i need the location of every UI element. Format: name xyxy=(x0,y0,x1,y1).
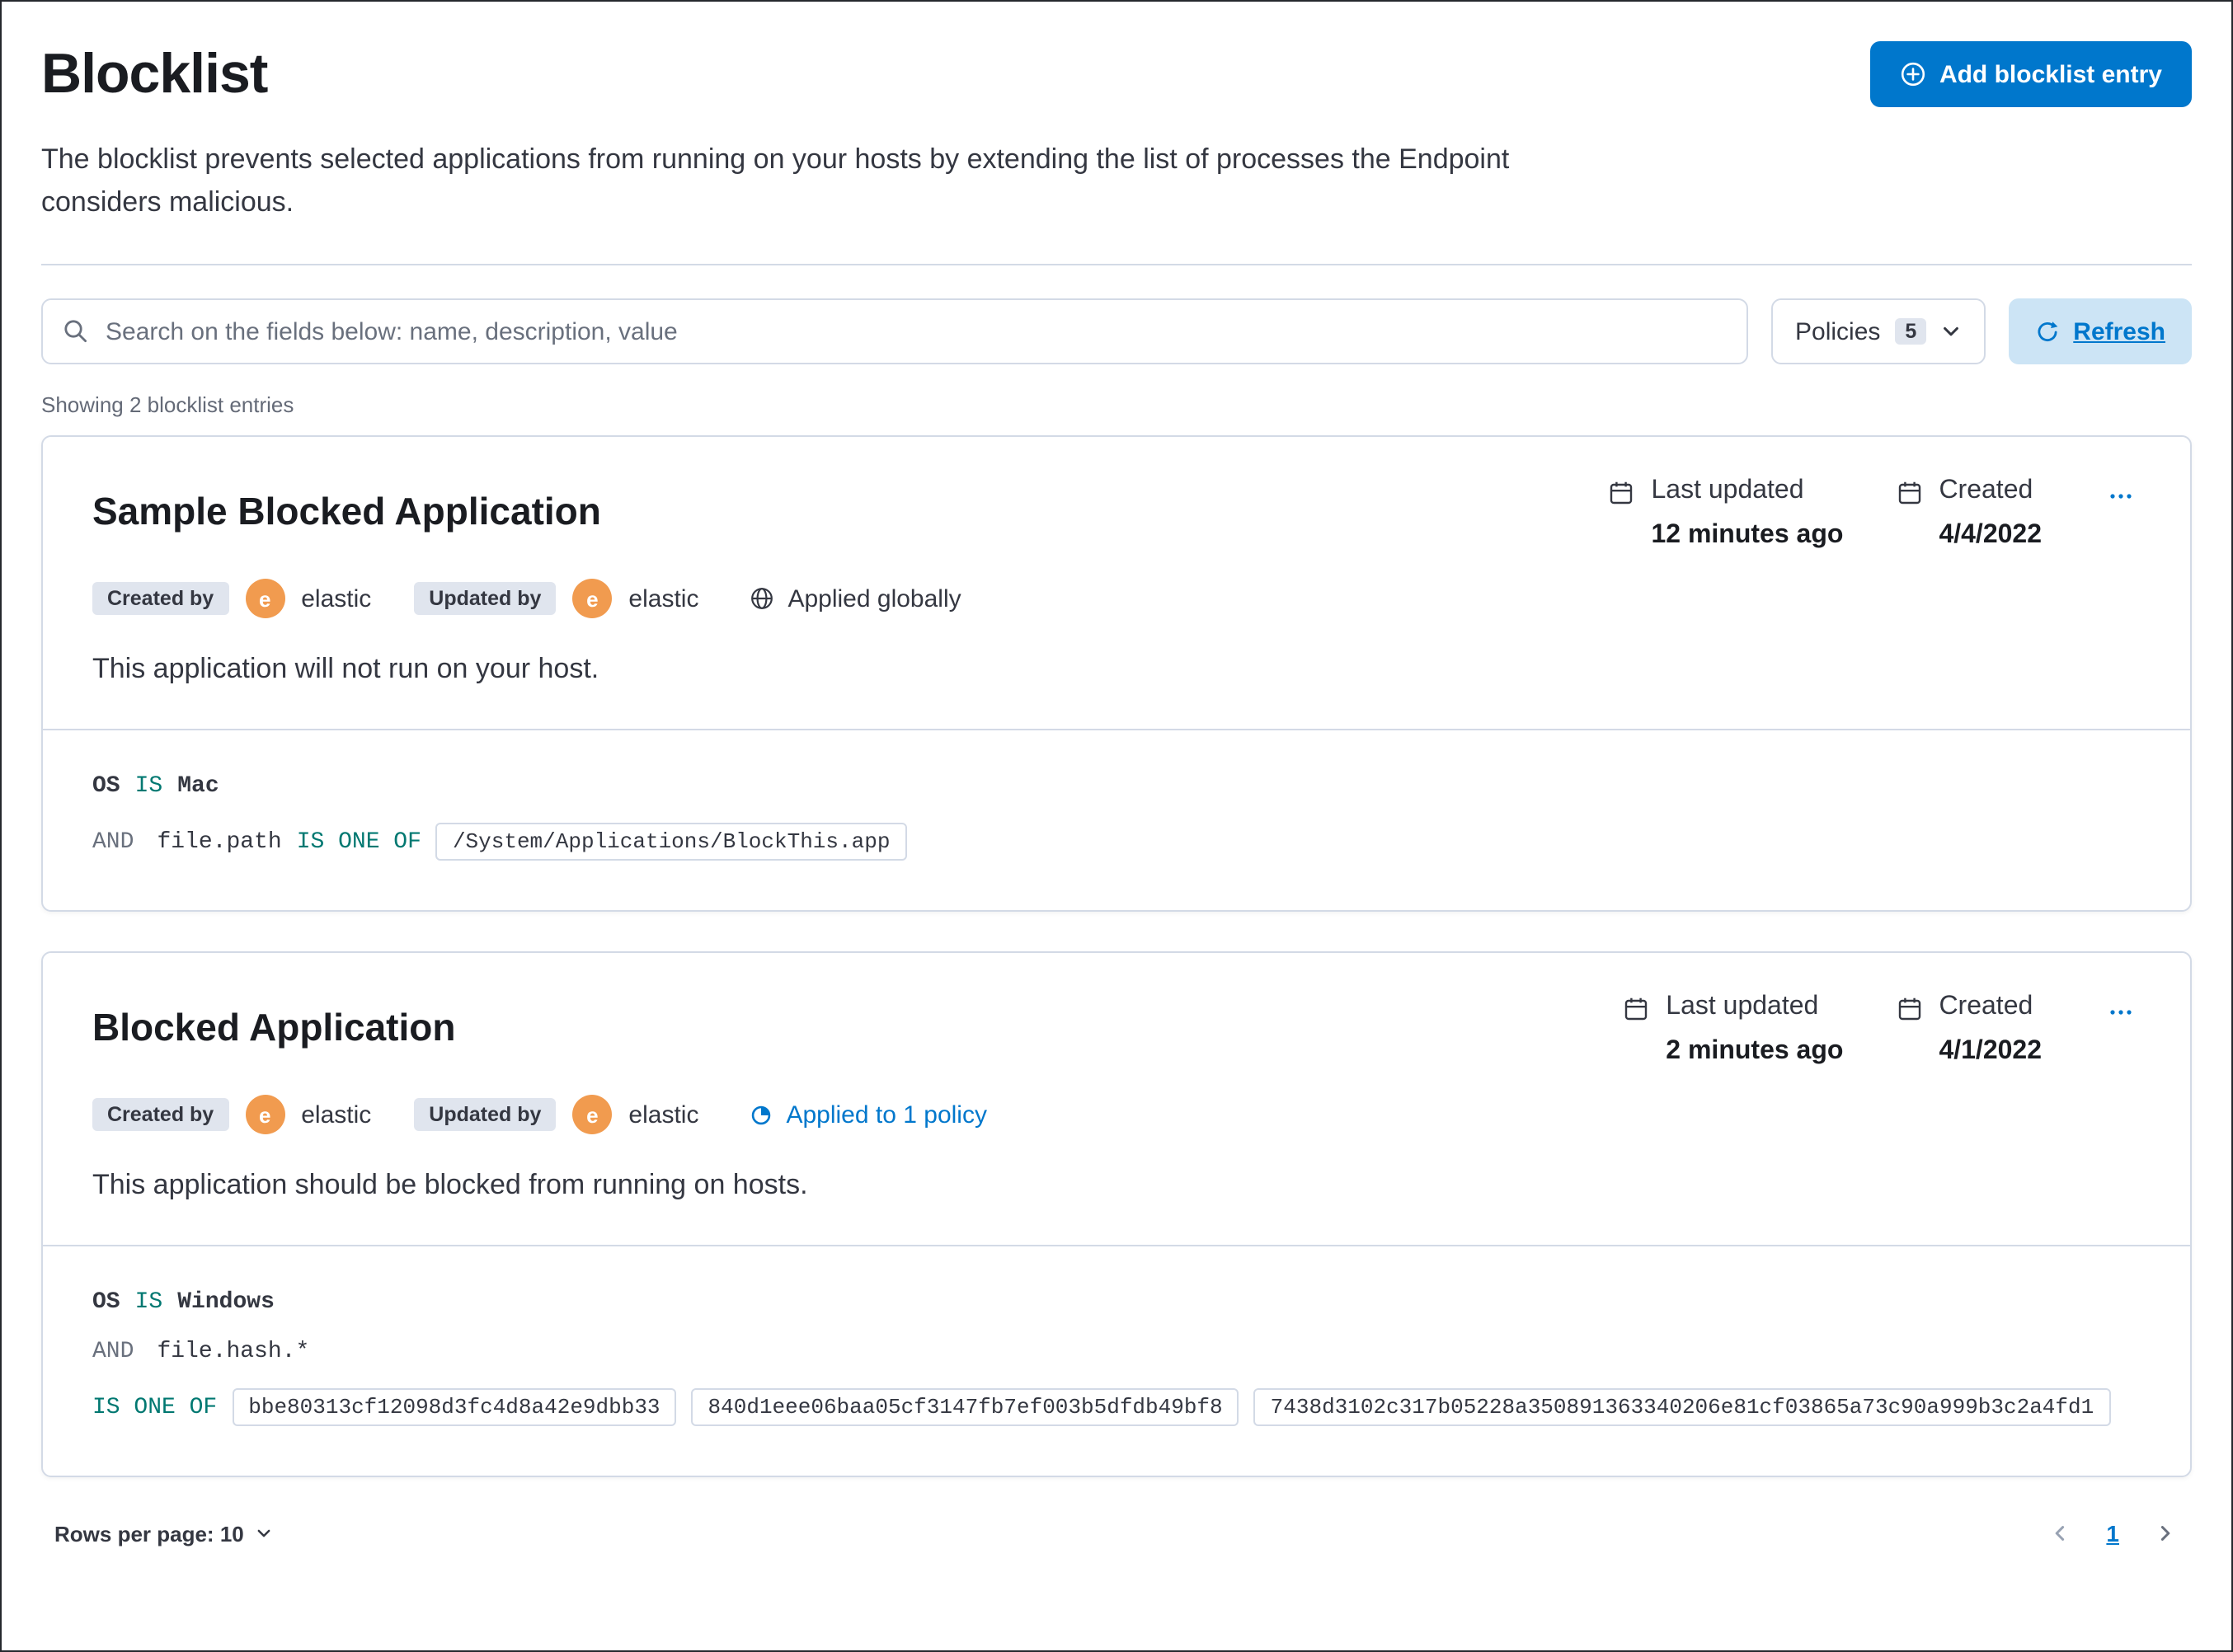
page-title: Blocklist xyxy=(41,43,268,106)
updated-by-badge: Updated by xyxy=(414,1098,557,1132)
calendar-icon xyxy=(1608,481,1634,551)
created-by-user: elastic xyxy=(301,1101,372,1129)
avatar: e xyxy=(572,579,613,619)
entry-1-description: This application will not run on your ho… xyxy=(92,653,599,685)
calendar-icon xyxy=(1896,997,1922,1068)
header-divider xyxy=(41,264,2192,266)
entry-2-last-updated: Last updated 2 minutes ago xyxy=(1623,993,1843,1068)
entry-1-last-updated: Last updated 12 minutes ago xyxy=(1608,477,1843,551)
entry-2-title: Blocked Application xyxy=(92,1006,456,1049)
avatar: e xyxy=(245,579,285,619)
refresh-icon xyxy=(2035,320,2060,345)
refresh-button[interactable]: Refresh xyxy=(2009,298,2192,365)
criteria-value-chip: /System/Applications/BlockThis.app xyxy=(435,823,907,861)
criteria-value: Windows xyxy=(177,1289,275,1316)
globe-icon xyxy=(748,586,774,612)
scope-indicator-policy-link[interactable]: Applied to 1 policy xyxy=(748,1101,987,1129)
add-blocklist-entry-label: Add blocklist entry xyxy=(1939,60,2162,88)
chevron-down-icon xyxy=(256,1526,272,1542)
entry-1-attribution: Created by e elastic Updated by e elasti… xyxy=(92,579,2141,619)
entry-2-description: This application should be blocked from … xyxy=(92,1169,808,1201)
criteria-field: file.path xyxy=(157,828,282,856)
blocklist-entry-card-1: Sample Blocked Application Last updated … xyxy=(41,435,2192,913)
policies-count-badge: 5 xyxy=(1895,318,1927,345)
criteria-operator: IS xyxy=(134,773,163,800)
avatar: e xyxy=(245,1095,285,1135)
search-box xyxy=(41,298,1747,365)
entry-1-meta: Last updated 12 minutes ago Created 4/4/… xyxy=(1608,477,2141,551)
created-by-user: elastic xyxy=(301,584,372,613)
results-count: Showing 2 blocklist entries xyxy=(41,392,294,418)
search-input[interactable] xyxy=(106,317,1726,346)
entry-1-created: Created 4/4/2022 xyxy=(1896,477,2042,551)
criteria-value-chip: 840d1eee06baa05cf3147fb7ef003b5dfdb49bf8 xyxy=(691,1388,1239,1427)
created-by-badge: Created by xyxy=(92,1098,229,1132)
ellipsis-icon xyxy=(2108,484,2134,510)
table-footer: Rows per page: 10 1 xyxy=(41,1521,2192,1547)
criteria-operator: IS ONE OF xyxy=(296,828,421,856)
criteria-value: Mac xyxy=(177,773,219,800)
page-1-button[interactable]: 1 xyxy=(2106,1521,2119,1547)
entry-2-actions-menu-button[interactable] xyxy=(2101,993,2141,1038)
scope-indicator-global: Applied globally xyxy=(748,585,961,613)
next-page-button[interactable] xyxy=(2152,1521,2179,1547)
criteria-operator: IS xyxy=(134,1289,163,1316)
criteria-field: file.hash.* xyxy=(157,1339,310,1366)
updated-by-user: elastic xyxy=(628,1101,699,1129)
toolbar: Policies 5 Refresh xyxy=(41,298,2192,365)
page-description: The blocklist prevents selected applicat… xyxy=(41,143,1510,218)
avatar: e xyxy=(572,1095,613,1135)
plus-circle-icon xyxy=(1900,61,1926,87)
screen: Blocklist Add blocklist entry The blockl… xyxy=(0,0,2233,1652)
criteria-conjunction: AND xyxy=(92,1339,134,1366)
criteria-conjunction: AND xyxy=(92,828,134,856)
blocklist-page: Blocklist Add blocklist entry The blockl… xyxy=(0,0,2233,1652)
refresh-label: Refresh xyxy=(2073,317,2165,346)
updated-by-user: elastic xyxy=(628,584,699,613)
ellipsis-icon xyxy=(2108,1000,2134,1026)
entry-2-created: Created 4/1/2022 xyxy=(1896,993,2042,1068)
entry-2-attribution: Created by e elastic Updated by e elasti… xyxy=(92,1095,2141,1135)
chevron-down-icon xyxy=(1941,322,1961,342)
entry-2-criteria: OS IS Windows AND file.hash.* IS ONE OF … xyxy=(43,1245,2190,1476)
entry-2-meta: Last updated 2 minutes ago Created 4/1/2… xyxy=(1623,993,2141,1068)
criteria-value-chip: bbe80313cf12098d3fc4d8a42e9dbb33 xyxy=(232,1388,677,1427)
criteria-field: OS xyxy=(92,1289,120,1316)
policies-filter-label: Policies xyxy=(1795,317,1881,346)
updated-by-badge: Updated by xyxy=(414,582,557,616)
entry-2-summary: Blocked Application Last updated 2 minut… xyxy=(43,954,2190,1246)
calendar-icon xyxy=(1623,997,1649,1068)
criteria-operator: IS ONE OF xyxy=(92,1394,218,1421)
criteria-value-chip: 7438d3102c317b05228a350891363340206e81cf… xyxy=(1253,1388,2111,1427)
search-icon xyxy=(63,319,89,345)
created-by-badge: Created by xyxy=(92,582,229,616)
calendar-icon xyxy=(1896,481,1922,551)
chevron-left-icon xyxy=(2050,1524,2070,1544)
add-blocklist-entry-button[interactable]: Add blocklist entry xyxy=(1869,41,2192,107)
partial-policy-icon xyxy=(748,1103,773,1128)
policies-filter-button[interactable]: Policies 5 xyxy=(1770,298,1986,365)
page-header: Blocklist Add blocklist entry xyxy=(41,41,2192,109)
entry-1-criteria: OS IS Mac AND file.path IS ONE OF /Syste… xyxy=(43,729,2190,911)
blocklist-entry-card-2: Blocked Application Last updated 2 minut… xyxy=(41,951,2192,1478)
rows-per-page-button[interactable]: Rows per page: 10 xyxy=(54,1522,272,1546)
entry-1-summary: Sample Blocked Application Last updated … xyxy=(43,438,2190,730)
previous-page-button[interactable] xyxy=(2047,1521,2073,1547)
entry-1-actions-menu-button[interactable] xyxy=(2101,477,2141,522)
chevron-right-icon xyxy=(2155,1524,2175,1544)
criteria-field: OS xyxy=(92,773,120,800)
entry-1-title: Sample Blocked Application xyxy=(92,490,601,533)
pagination: 1 xyxy=(2047,1521,2179,1547)
